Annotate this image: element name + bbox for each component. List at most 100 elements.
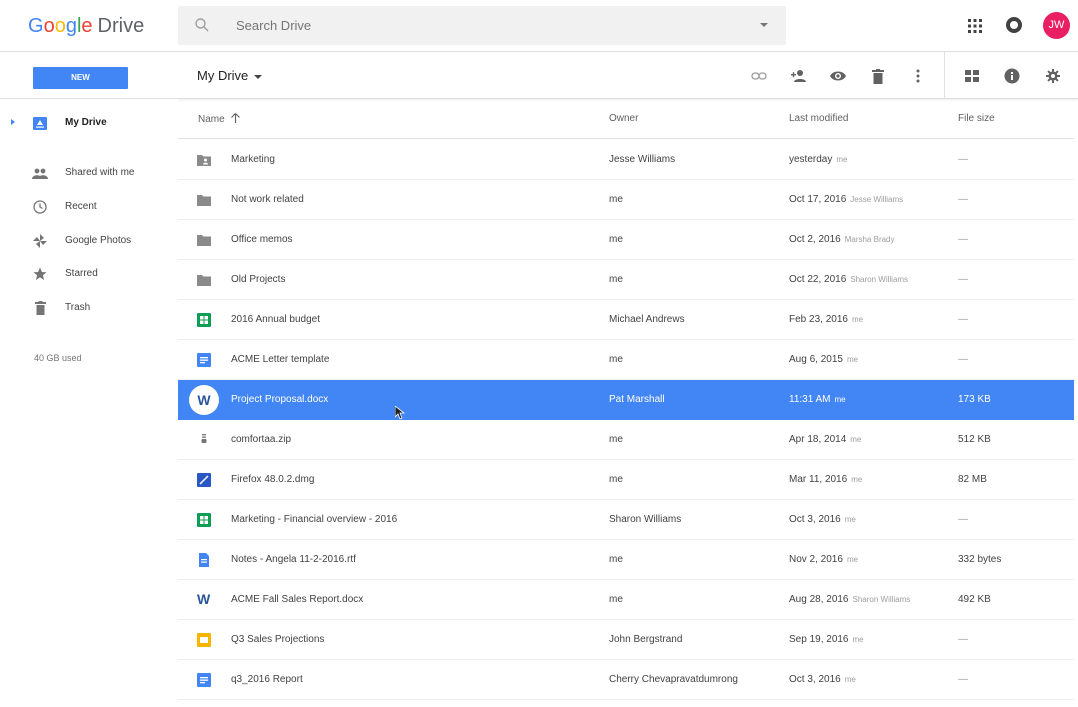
file-owner: me xyxy=(609,354,623,365)
modified-by: me xyxy=(851,475,863,484)
file-size: — xyxy=(958,194,968,205)
search-icon[interactable] xyxy=(194,17,210,33)
info-icon[interactable] xyxy=(1003,67,1021,85)
breadcrumb-label[interactable]: My Drive xyxy=(197,68,248,83)
search-bar[interactable] xyxy=(178,6,786,45)
file-size: 492 KB xyxy=(958,594,991,605)
sidebar-item-trash[interactable]: Trash xyxy=(0,295,178,321)
sidebar-item-label: Shared with me xyxy=(65,167,135,178)
sidebar-item-my-drive[interactable]: My Drive xyxy=(0,110,178,136)
table-row[interactable]: 2016 Annual budget Michael Andrews Feb 2… xyxy=(178,300,1074,340)
file-name: Not work related xyxy=(231,194,304,205)
file-owner: me xyxy=(609,474,623,485)
modified-by: me xyxy=(850,435,862,444)
file-size: — xyxy=(958,634,968,645)
modified-date: 11:31 AM xyxy=(789,394,831,405)
modified-by: me xyxy=(852,635,864,644)
modified-date: Oct 3, 2016 xyxy=(789,674,841,685)
file-size: — xyxy=(958,154,968,165)
file-owner: Sharon Williams xyxy=(609,514,682,525)
file-owner: me xyxy=(609,274,623,285)
top-header: GoogleDrive JW xyxy=(0,0,1078,52)
file-modified: Apr 18, 2014 me xyxy=(789,434,861,445)
arrow-up-icon[interactable] xyxy=(231,113,241,123)
table-row-selected[interactable]: W Project Proposal.docx Pat Marshall 11:… xyxy=(178,380,1074,420)
file-modified: Feb 23, 2016 me xyxy=(789,314,863,325)
mouse-cursor-icon xyxy=(395,406,405,420)
sidebar-item-recent[interactable]: Recent xyxy=(0,194,178,220)
file-modified: 11:31 AM me xyxy=(789,394,846,405)
modified-by: me xyxy=(846,355,859,364)
expand-arrow-icon[interactable] xyxy=(11,119,15,125)
folder-icon xyxy=(197,275,211,286)
preview-eye-icon[interactable] xyxy=(829,67,847,85)
modified-by: Marsha Brady xyxy=(844,235,895,244)
modified-date: yesterday xyxy=(789,154,833,165)
sidebar-item-label: Recent xyxy=(65,201,97,212)
file-name: Office memos xyxy=(231,234,293,245)
notifications-icon[interactable] xyxy=(1006,17,1022,33)
file-owner: Cherry Chevapravatdumrong xyxy=(609,674,738,685)
shared-folder-icon xyxy=(197,155,211,166)
sidebar-item-label: My Drive xyxy=(65,117,107,128)
avatar[interactable]: JW xyxy=(1043,12,1070,39)
apps-grid-icon[interactable] xyxy=(966,17,984,35)
table-row[interactable]: Marketing Jesse Williams yesterday me — xyxy=(178,140,1074,180)
settings-gear-icon[interactable] xyxy=(1044,67,1062,85)
table-row[interactable]: q3_2016 Report Cherry Chevapravatdumrong… xyxy=(178,660,1074,700)
table-row[interactable]: Marketing - Financial overview - 2016 Sh… xyxy=(178,500,1074,540)
toolbar-divider xyxy=(944,52,945,99)
chevron-down-icon[interactable] xyxy=(254,74,263,79)
shared-people-icon xyxy=(32,165,48,181)
file-name: Marketing - Financial overview - 2016 xyxy=(231,514,398,525)
file-name: Project Proposal.docx xyxy=(231,394,329,405)
trash-icon[interactable] xyxy=(869,67,887,85)
column-header-name[interactable]: Name xyxy=(198,113,241,125)
modified-date: Sep 19, 2016 xyxy=(789,634,849,645)
column-header-label[interactable]: Name xyxy=(198,114,225,125)
new-button[interactable]: NEW xyxy=(33,67,128,89)
table-row[interactable]: Not work related me Oct 17, 2016 Jesse Wi… xyxy=(178,180,1074,220)
modified-date: Aug 6, 2015 xyxy=(789,354,843,365)
chevron-down-icon[interactable] xyxy=(760,23,768,27)
breadcrumb[interactable]: My Drive xyxy=(197,68,263,83)
column-header-file-size[interactable]: File size xyxy=(958,113,995,124)
file-size: — xyxy=(958,514,968,525)
modified-by: me xyxy=(844,675,856,684)
file-modified: Oct 2, 2016 Marsha Brady xyxy=(789,234,895,245)
action-bar: NEW My Drive xyxy=(0,52,1078,99)
file-name: 2016 Annual budget xyxy=(231,314,320,325)
docs-icon xyxy=(197,353,211,367)
table-row[interactable]: comfortaa.zip me Apr 18, 2014 me 512 KB xyxy=(178,420,1074,460)
sidebar-item-starred[interactable]: Starred xyxy=(0,261,178,287)
search-input[interactable] xyxy=(236,15,736,35)
table-row[interactable]: Notes - Angela 11-2-2016.rtf me Nov 2, 2… xyxy=(178,540,1074,580)
column-header-last-modified[interactable]: Last modified xyxy=(789,113,848,124)
file-name: Marketing xyxy=(231,154,275,165)
storage-usage[interactable]: 40 GB used xyxy=(34,353,82,363)
sidebar-item-label: Starred xyxy=(65,268,98,279)
modified-date: Feb 23, 2016 xyxy=(789,314,848,325)
sidebar-item-google-photos[interactable]: Google Photos xyxy=(0,228,178,254)
table-header: Name Owner Last modified File size xyxy=(178,99,1074,139)
modified-date: Oct 17, 2016 xyxy=(789,194,847,205)
grid-view-icon[interactable] xyxy=(963,67,981,85)
star-icon xyxy=(32,266,48,282)
table-row[interactable]: Q3 Sales Projections John Bergstrand Sep… xyxy=(178,620,1074,660)
file-modified: Nov 2, 2016 me xyxy=(789,554,858,565)
table-row[interactable]: Firefox 48.0.2.dmg me Mar 11, 2016 me 82 … xyxy=(178,460,1074,500)
table-row[interactable]: ACME Letter template me Aug 6, 2015 me — xyxy=(178,340,1074,380)
column-header-owner[interactable]: Owner xyxy=(609,113,638,124)
file-owner: Michael Andrews xyxy=(609,314,685,325)
google-drive-logo[interactable]: Google Drive xyxy=(28,15,144,38)
file-owner: me xyxy=(609,434,623,445)
file-name: Firefox 48.0.2.dmg xyxy=(231,474,315,485)
sidebar-item-shared[interactable]: Shared with me xyxy=(0,160,178,186)
table-row[interactable]: Old Projects me Oct 22, 2016 Sharon Willi… xyxy=(178,260,1074,300)
link-icon[interactable] xyxy=(750,67,768,85)
table-row[interactable]: W ACME Fall Sales Report.docx me Aug 28,… xyxy=(178,580,1074,620)
table-row[interactable]: Office memos me Oct 2, 2016 Marsha Brady … xyxy=(178,220,1074,260)
add-person-icon[interactable] xyxy=(789,67,807,85)
more-vert-icon[interactable] xyxy=(909,67,927,85)
file-modified: Aug 28, 2016 Sharon Williams xyxy=(789,594,910,605)
